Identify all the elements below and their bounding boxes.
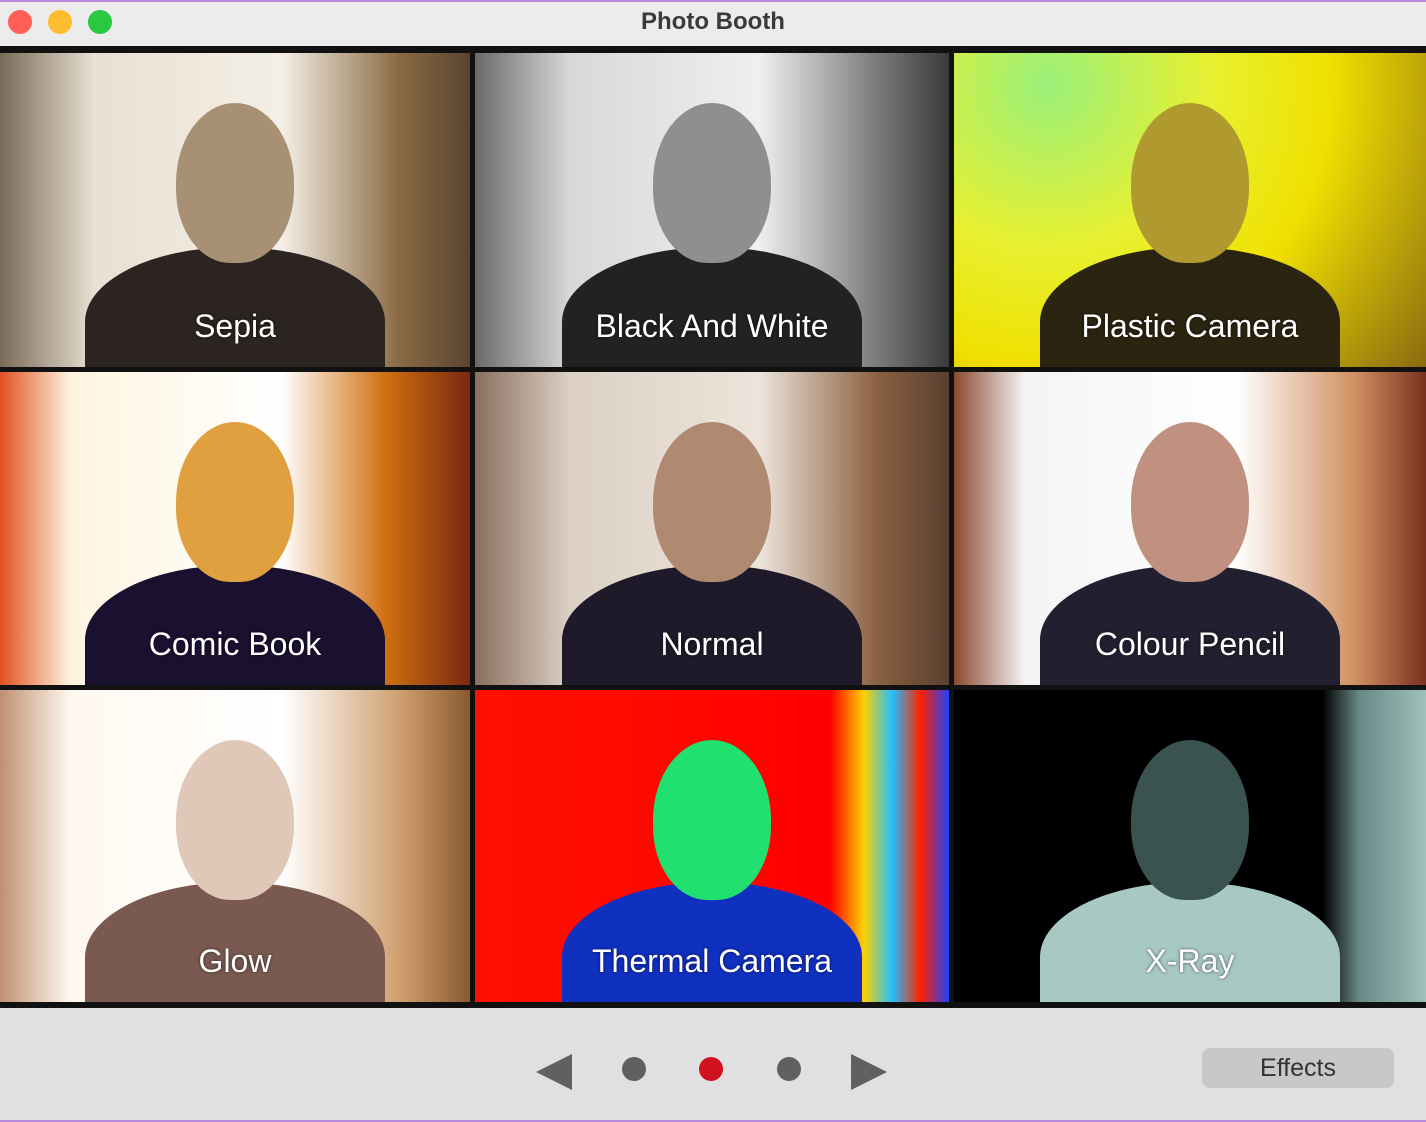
effects-button[interactable]: Effects — [1202, 1048, 1394, 1088]
title-bar: Photo Booth — [0, 0, 1426, 46]
page-dot-3[interactable] — [777, 1057, 801, 1081]
preview-face — [653, 739, 771, 900]
effect-label: Plastic Camera — [1081, 308, 1299, 344]
effect-label: Sepia — [194, 308, 276, 344]
next-page-button[interactable] — [851, 1054, 887, 1090]
effect-label: X-Ray — [1145, 943, 1235, 979]
effect-tile-colour-pencil[interactable]: Colour Pencil — [954, 372, 1426, 685]
effect-label: Thermal Camera — [591, 943, 833, 979]
preview-face — [1131, 103, 1249, 264]
preview-body — [1040, 882, 1340, 1002]
effect-tile-glow[interactable]: Glow — [0, 690, 470, 1002]
effect-tile-normal[interactable]: Normal — [475, 372, 949, 685]
preview-body — [85, 882, 385, 1002]
preview-face — [176, 422, 294, 583]
preview-face — [176, 739, 294, 900]
effect-tile-comic-book[interactable]: Comic Book — [0, 372, 470, 685]
preview-body — [562, 882, 862, 1002]
preview-face — [653, 103, 771, 264]
effect-tile-sepia[interactable]: Sepia — [0, 53, 470, 367]
preview-body — [562, 247, 862, 367]
effect-label: Normal — [660, 626, 764, 662]
effect-label: Comic Book — [148, 626, 322, 662]
effect-label: Black And White — [595, 308, 829, 344]
preview-face — [1131, 422, 1249, 583]
preview-body — [1040, 565, 1340, 685]
preview-face — [653, 422, 771, 583]
preview-body — [85, 565, 385, 685]
window-title: Photo Booth — [641, 8, 785, 35]
page-dot-2-active[interactable] — [699, 1057, 723, 1081]
effect-tile-plastic-camera[interactable]: Plastic Camera — [954, 53, 1426, 367]
preview-face — [1131, 739, 1249, 900]
effects-grid: Sepia Black And White Plastic Camera Comic … — [0, 46, 1426, 1008]
effect-label: Glow — [198, 943, 272, 979]
preview-face — [176, 103, 294, 264]
preview-body — [85, 247, 385, 367]
effect-label: Colour Pencil — [1094, 626, 1286, 662]
effect-tile-thermal-camera[interactable]: Thermal Camera — [475, 690, 949, 1002]
effect-tile-x-ray[interactable]: X-Ray — [954, 690, 1426, 1002]
effect-tile-black-and-white[interactable]: Black And White — [475, 53, 949, 367]
bottom-toolbar: Effects — [0, 1008, 1426, 1122]
previous-page-button[interactable] — [536, 1054, 572, 1090]
page-dot-1[interactable] — [622, 1057, 646, 1081]
preview-body — [1040, 247, 1340, 367]
preview-body — [562, 565, 862, 685]
